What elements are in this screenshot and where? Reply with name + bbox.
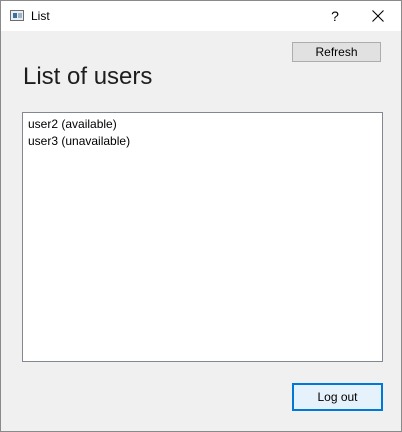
window-title: List bbox=[31, 9, 50, 23]
title-bar: List ? bbox=[1, 1, 401, 31]
list-item[interactable]: user3 (unavailable) bbox=[28, 133, 382, 150]
refresh-button[interactable]: Refresh bbox=[292, 42, 381, 62]
list-item[interactable]: user2 (available) bbox=[28, 116, 382, 133]
user-list[interactable]: user2 (available) user3 (unavailable) bbox=[22, 112, 383, 362]
list-window: List ? Refresh List of users user2 (avai… bbox=[0, 0, 402, 432]
page-title: List of users bbox=[23, 63, 153, 90]
help-button[interactable]: ? bbox=[323, 1, 347, 31]
close-icon bbox=[372, 10, 384, 22]
close-button[interactable] bbox=[355, 1, 401, 31]
app-window-icon bbox=[10, 10, 24, 21]
logout-button[interactable]: Log out bbox=[292, 383, 383, 411]
